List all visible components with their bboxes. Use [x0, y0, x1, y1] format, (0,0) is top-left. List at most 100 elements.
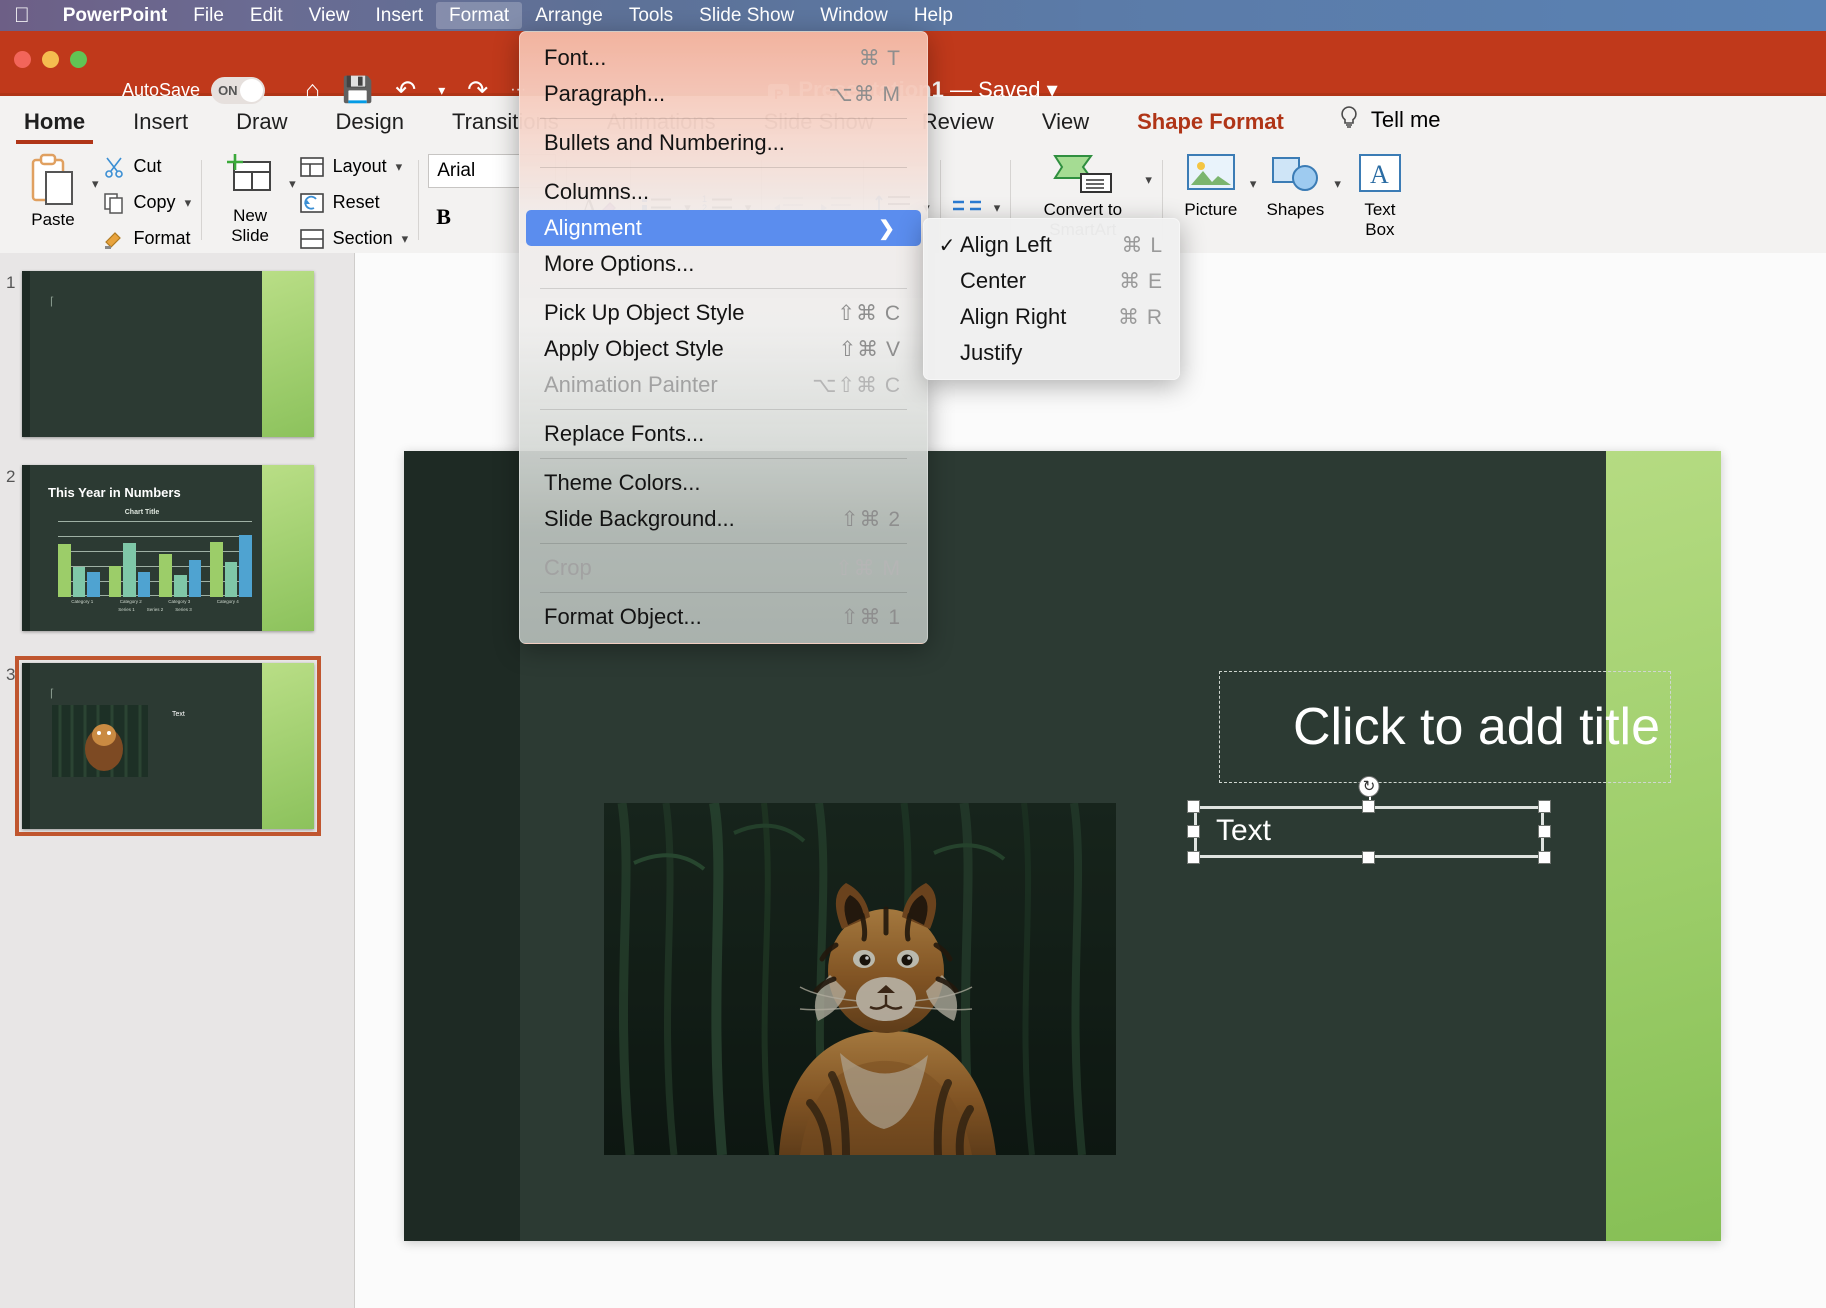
layout-chevron-icon[interactable]: ▾ [396, 159, 403, 175]
menu-item-paragraph[interactable]: Paragraph... ⌥⌘ M [520, 76, 927, 112]
resize-handle-n[interactable] [1362, 800, 1375, 813]
section-button[interactable]: Section ▾ [299, 222, 409, 255]
tab-design[interactable]: Design [312, 103, 428, 144]
menu-item-pick-up-object-style[interactable]: Pick Up Object Style ⇧⌘ C [520, 295, 927, 331]
menubar-item-arrange[interactable]: Arrange [522, 2, 616, 29]
thumbnail-number-3: 3 [6, 665, 16, 684]
columns-chevron-icon[interactable]: ▾ [994, 200, 1001, 216]
copy-chevron-icon[interactable]: ▾ [185, 195, 192, 211]
menu-item-label: Paragraph... [544, 81, 666, 106]
thumbnail-2-chart-title: Chart Title [124, 509, 160, 516]
chart-category-label: Category 2 [119, 599, 142, 604]
selected-text-box[interactable]: ↻ Text [1187, 776, 1551, 864]
menubar-item-insert[interactable]: Insert [362, 2, 436, 29]
menu-item-apply-object-style[interactable]: Apply Object Style ⇧⌘ V [520, 331, 927, 367]
ribbon-group-insert: Picture ▾ Shapes ▾ A Text Box [1161, 150, 1429, 254]
menubar-item-window[interactable]: Window [807, 2, 901, 29]
close-button[interactable] [14, 51, 31, 68]
rotate-handle-icon[interactable]: ↻ [1358, 776, 1380, 797]
title-placeholder[interactable]: Click to add title [1219, 671, 1671, 783]
window-controls[interactable] [14, 51, 87, 68]
submenu-item-justify[interactable]: Justify [924, 335, 1179, 371]
new-slide-label: New Slide [231, 206, 269, 245]
format-menu-dropdown[interactable]: Font... ⌘ T Paragraph... ⌥⌘ M Bullets and Nu… [519, 31, 928, 644]
submenu-item-align-right[interactable]: Align Right ⌘ R [924, 299, 1179, 335]
resize-handle-s[interactable] [1362, 851, 1375, 864]
resize-handle-nw[interactable] [1187, 800, 1200, 813]
thumbnail-slide-3[interactable]: 3 ⌈ Text [6, 656, 354, 836]
maximize-button[interactable] [70, 51, 87, 68]
submenu-item-label: Align Right [960, 304, 1067, 329]
bold-button[interactable]: B [428, 202, 459, 232]
menu-item-shortcut: ⇧⌘ V [838, 337, 901, 361]
menubar-item-view[interactable]: View [296, 2, 363, 29]
thumbnail-number-2: 2 [6, 467, 16, 486]
menubar-item-tools[interactable]: Tools [616, 2, 686, 29]
menu-item-replace-fonts[interactable]: Replace Fonts... [520, 416, 927, 452]
section-chevron-icon[interactable]: ▾ [402, 231, 409, 247]
resize-handle-w[interactable] [1187, 825, 1200, 838]
minimize-button[interactable] [42, 51, 59, 68]
tab-view[interactable]: View [1018, 103, 1113, 144]
menu-item-label: More Options... [544, 251, 695, 276]
menubar-item-help[interactable]: Help [901, 2, 966, 29]
thumbnail-number-1: 1 [6, 273, 16, 292]
slide-thumbnail-panel[interactable]: 1 ⌈ 2 This Year in Numbers Chart Title C… [0, 253, 355, 1308]
new-slide-button[interactable]: New Slide [211, 150, 289, 245]
tell-me-search[interactable]: Tell me [1308, 99, 1451, 144]
menu-item-theme-colors[interactable]: Theme Colors... [520, 465, 927, 501]
paste-button[interactable]: Paste [14, 150, 92, 230]
picture-icon [1185, 152, 1237, 196]
thumbnail-slide-1[interactable]: 1 ⌈ [6, 271, 354, 437]
tab-shape-format[interactable]: Shape Format [1113, 103, 1308, 144]
submenu-item-center[interactable]: Center ⌘ E [924, 263, 1179, 299]
submenu-item-label: Justify [960, 340, 1023, 365]
menubar-item-file[interactable]: File [180, 2, 237, 29]
tab-insert[interactable]: Insert [109, 103, 212, 144]
chart-bar [239, 535, 252, 597]
thumbnail-preview-1[interactable]: ⌈ [22, 271, 314, 437]
shapes-button[interactable]: Shapes [1256, 150, 1334, 220]
picture-button[interactable]: Picture [1172, 150, 1250, 220]
menubar-app-name[interactable]: PowerPoint [50, 2, 181, 29]
menubar-item-slide-show[interactable]: Slide Show [686, 2, 807, 29]
thumbnail-2-bars [58, 523, 252, 597]
cut-button[interactable]: Cut [103, 150, 192, 183]
menu-item-alignment[interactable]: Alignment ❯ [526, 210, 921, 246]
menu-item-slide-background[interactable]: Slide Background... ⇧⌘ 2 [520, 501, 927, 537]
submenu-item-align-left[interactable]: ✓ Align Left ⌘ L [924, 227, 1179, 263]
menu-separator [540, 543, 907, 544]
format-painter-button[interactable]: Format [103, 222, 192, 255]
chart-category-label: Category 1 [71, 599, 94, 604]
menu-item-columns[interactable]: Columns... [520, 174, 927, 210]
resize-handle-e[interactable] [1538, 825, 1551, 838]
thumbnail-slide-2[interactable]: 2 This Year in Numbers Chart Title Categ… [6, 465, 354, 631]
slide-green-accent [262, 663, 314, 829]
submenu-arrow-icon: ❯ [878, 217, 895, 240]
menubar-item-edit[interactable]: Edit [237, 2, 296, 29]
tab-home[interactable]: Home [0, 103, 109, 144]
alignment-submenu[interactable]: ✓ Align Left ⌘ L Center ⌘ E Align Right ⌘ R Jus… [923, 218, 1180, 380]
menu-item-font[interactable]: Font... ⌘ T [520, 40, 927, 76]
resize-handle-se[interactable] [1538, 851, 1551, 864]
menu-item-more-options[interactable]: More Options... [520, 246, 927, 282]
textbox-text[interactable]: Text [1216, 814, 1271, 848]
resize-handle-ne[interactable] [1538, 800, 1551, 813]
thumbnail-preview-3[interactable]: ⌈ Text [15, 656, 321, 836]
apple-logo-icon[interactable]:  [14, 5, 30, 26]
tiger-photo[interactable] [604, 803, 1116, 1155]
copy-button[interactable]: Copy ▾ [103, 186, 192, 219]
menu-item-format-object[interactable]: Format Object... ⇧⌘ 1 [520, 599, 927, 635]
layout-button[interactable]: Layout ▾ [299, 150, 409, 183]
menu-item-bullets-and-numbering[interactable]: Bullets and Numbering... [520, 125, 927, 161]
tab-draw[interactable]: Draw [212, 103, 311, 144]
text-box-button[interactable]: A Text Box [1341, 150, 1419, 239]
reset-button[interactable]: Reset [299, 186, 409, 219]
document-save-status: — Saved [949, 77, 1041, 102]
menu-item-label: Alignment [544, 215, 642, 240]
resize-handle-sw[interactable] [1187, 851, 1200, 864]
thumbnail-preview-2[interactable]: This Year in Numbers Chart Title Categor… [22, 465, 314, 631]
menubar-item-format[interactable]: Format [436, 2, 523, 29]
title-chevron-icon[interactable]: ▾ [1047, 77, 1058, 102]
smartart-chevron-icon[interactable]: ▾ [1145, 172, 1152, 188]
